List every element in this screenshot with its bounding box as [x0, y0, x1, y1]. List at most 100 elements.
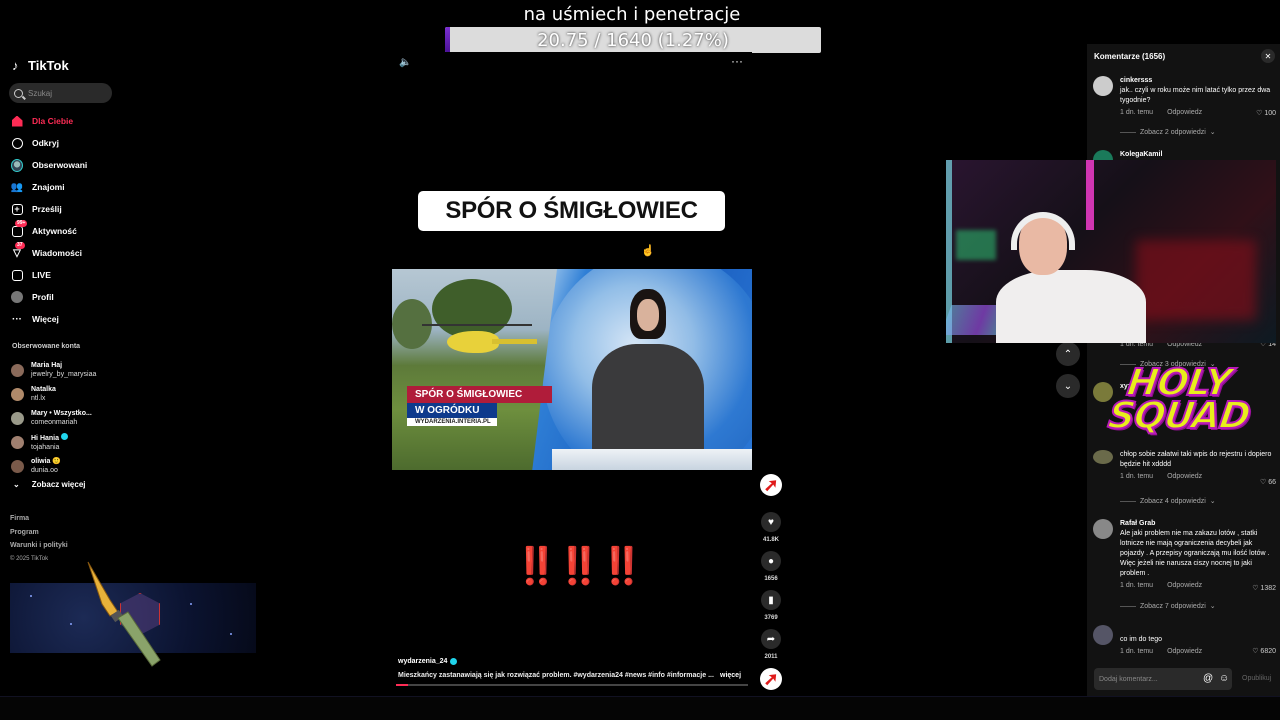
close-icon[interactable]: ✕: [1261, 49, 1275, 63]
comment-user[interactable]: Rafał Grab: [1120, 519, 1276, 529]
creator-avatar[interactable]: ➚: [760, 474, 782, 496]
post-comment-button[interactable]: Opublikuj: [1242, 675, 1271, 682]
activity-icon: 99+: [11, 220, 28, 237]
previous-video-button[interactable]: ⌃: [1056, 342, 1080, 366]
comment-text: co im do tego: [1120, 636, 1163, 643]
nav-label: Obserwowani: [32, 160, 88, 170]
chevron-down-icon: ⌄: [13, 480, 20, 489]
video-author[interactable]: wydarzenia_24: [398, 658, 458, 665]
reply-button[interactable]: Odpowiedz: [1167, 581, 1202, 591]
nav-label: Odkryj: [32, 138, 59, 148]
avatar[interactable]: [1093, 76, 1113, 96]
reply-button[interactable]: Odpowiedz: [1167, 108, 1202, 118]
tiktok-logo[interactable]: ♪ TikTok: [12, 58, 69, 73]
comment-text: Ale jaki problem nie ma zakazu lotów , s…: [1120, 530, 1270, 577]
video-progress-bar[interactable]: [396, 684, 748, 686]
helicopter-rotor: [422, 324, 532, 326]
nav-label: Aktywność: [32, 226, 77, 236]
followed-account[interactable]: Mary • Wszystko... comeonmariah: [11, 406, 96, 430]
view-replies-button[interactable]: Zobacz 7 odpowiedzi ⌄: [1120, 602, 1216, 611]
nav-item-profile[interactable]: Profil: [11, 286, 87, 308]
comment-user[interactable]: KolegaKamil: [1120, 150, 1276, 160]
footer-link-terms[interactable]: Warunki i polityki: [10, 539, 68, 553]
nav-item-for-you[interactable]: Dla Ciebie: [11, 110, 87, 132]
view-replies-button[interactable]: Zobacz 2 odpowiedzi ⌄: [1120, 128, 1216, 137]
caption-more-button[interactable]: więcej: [720, 672, 741, 679]
account-name: oliwia 🙂: [31, 458, 62, 465]
footer-link-company[interactable]: Firma: [10, 512, 68, 526]
comment-user[interactable]: cinkersss: [1120, 76, 1276, 86]
mention-icon[interactable]: @: [1203, 673, 1213, 684]
avatar[interactable]: [1093, 625, 1113, 645]
goal-progress-bar: 20.75 / 1640 (1.27%): [445, 27, 821, 53]
avatar[interactable]: [1093, 519, 1113, 539]
share-button[interactable]: ➦: [761, 629, 781, 649]
emoji-icon[interactable]: ☺: [1219, 673, 1229, 684]
nav-item-explore[interactable]: Odkryj: [11, 132, 87, 154]
nav-item-messages[interactable]: ▽ 37 Wiadomości: [11, 242, 87, 264]
followed-accounts-header: Obserwowane konta: [12, 343, 81, 350]
followed-account[interactable]: oliwia 🙂 dunia.oo: [11, 454, 96, 478]
view-replies-button[interactable]: Zobacz 4 odpowiedzi ⌄: [1120, 497, 1216, 506]
nav-item-more[interactable]: ··· Więcej: [11, 308, 87, 330]
avatar: [11, 363, 24, 377]
comment-time: 1 dn. temu: [1120, 582, 1154, 589]
account-name: Maria Haj: [31, 362, 63, 369]
like-button[interactable]: ♥: [761, 512, 781, 532]
nav-item-following[interactable]: Obserwowani: [11, 154, 87, 176]
avatar: [11, 459, 24, 473]
search-placeholder: Szukaj: [28, 88, 53, 98]
chevron-down-icon: ⌄: [1063, 380, 1073, 392]
avatar[interactable]: [1093, 450, 1113, 464]
next-video-button[interactable]: ⌄: [1056, 374, 1080, 398]
copyright: © 2025 TikTok: [10, 555, 49, 562]
nav-item-activity[interactable]: 99+ Aktywność: [11, 220, 87, 242]
nav-label: Znajomi: [32, 182, 65, 192]
exclamation-marks: ‼️‼️‼️: [514, 546, 644, 587]
headset: [1011, 212, 1075, 250]
comment-like[interactable]: ♡ 66: [1260, 478, 1276, 486]
comment-text: chłop sobie załatwi taki wpis do rejestr…: [1120, 451, 1272, 468]
search-input[interactable]: Szukaj: [9, 83, 112, 103]
nav-item-friends[interactable]: 👥 Znajomi: [11, 176, 87, 198]
verified-icon: [450, 658, 458, 665]
messages-badge: 37: [15, 242, 25, 249]
nav-label: Więcej: [32, 314, 59, 324]
share-icon: ➦: [766, 633, 776, 645]
comment-like[interactable]: ♡ 100: [1256, 109, 1276, 117]
comment-count: 1656: [764, 576, 778, 582]
search-icon: [14, 88, 23, 98]
nav-item-live[interactable]: LIVE: [11, 264, 87, 286]
followed-account[interactable]: Hi Hania tojahania: [11, 430, 96, 454]
news-anchor: [592, 344, 704, 454]
streamer-webcam: [946, 160, 1276, 343]
nav-item-upload[interactable]: + Prześlij: [11, 198, 87, 220]
activity-badge: 99+: [15, 220, 28, 227]
comment-time: 1 dn. temu: [1120, 473, 1154, 480]
taskbar: [0, 696, 1280, 720]
heart-icon: ♥: [768, 516, 774, 528]
share-count: 2011: [764, 654, 778, 660]
comment-time: 1 dn. temu: [1120, 109, 1154, 116]
see-more-label: Zobacz więcej: [31, 480, 86, 489]
lower-third-line-2: W OGRÓDKU: [407, 403, 497, 418]
reply-button[interactable]: Odpowiedz: [1167, 472, 1202, 482]
footer-link-program[interactable]: Program: [10, 526, 68, 540]
comment-like[interactable]: ♡ 1382: [1252, 584, 1276, 592]
avatar: [11, 387, 24, 401]
more-options-icon[interactable]: ···: [731, 54, 743, 68]
live-icon: [11, 269, 23, 281]
avatar: [11, 411, 24, 425]
music-disc[interactable]: ➚: [760, 668, 782, 690]
followed-account[interactable]: Maria Haj jewelry_by_marysiaa: [11, 358, 96, 382]
see-more-button[interactable]: ⌄ Zobacz więcej: [13, 480, 86, 489]
account-username: ntl.lx: [31, 395, 46, 402]
stream-title: na uśmiech i penetracje: [523, 4, 741, 25]
reply-button[interactable]: Odpowiedz: [1167, 647, 1202, 657]
comment-like[interactable]: ♡ 6820: [1252, 647, 1276, 655]
comment-button[interactable]: ●: [761, 551, 781, 571]
friends-icon: 👥: [10, 181, 24, 193]
followed-account[interactable]: Natalka ntl.lx: [11, 382, 96, 406]
volume-icon[interactable]: 🔈: [399, 57, 411, 68]
save-button[interactable]: ▮: [761, 590, 781, 610]
